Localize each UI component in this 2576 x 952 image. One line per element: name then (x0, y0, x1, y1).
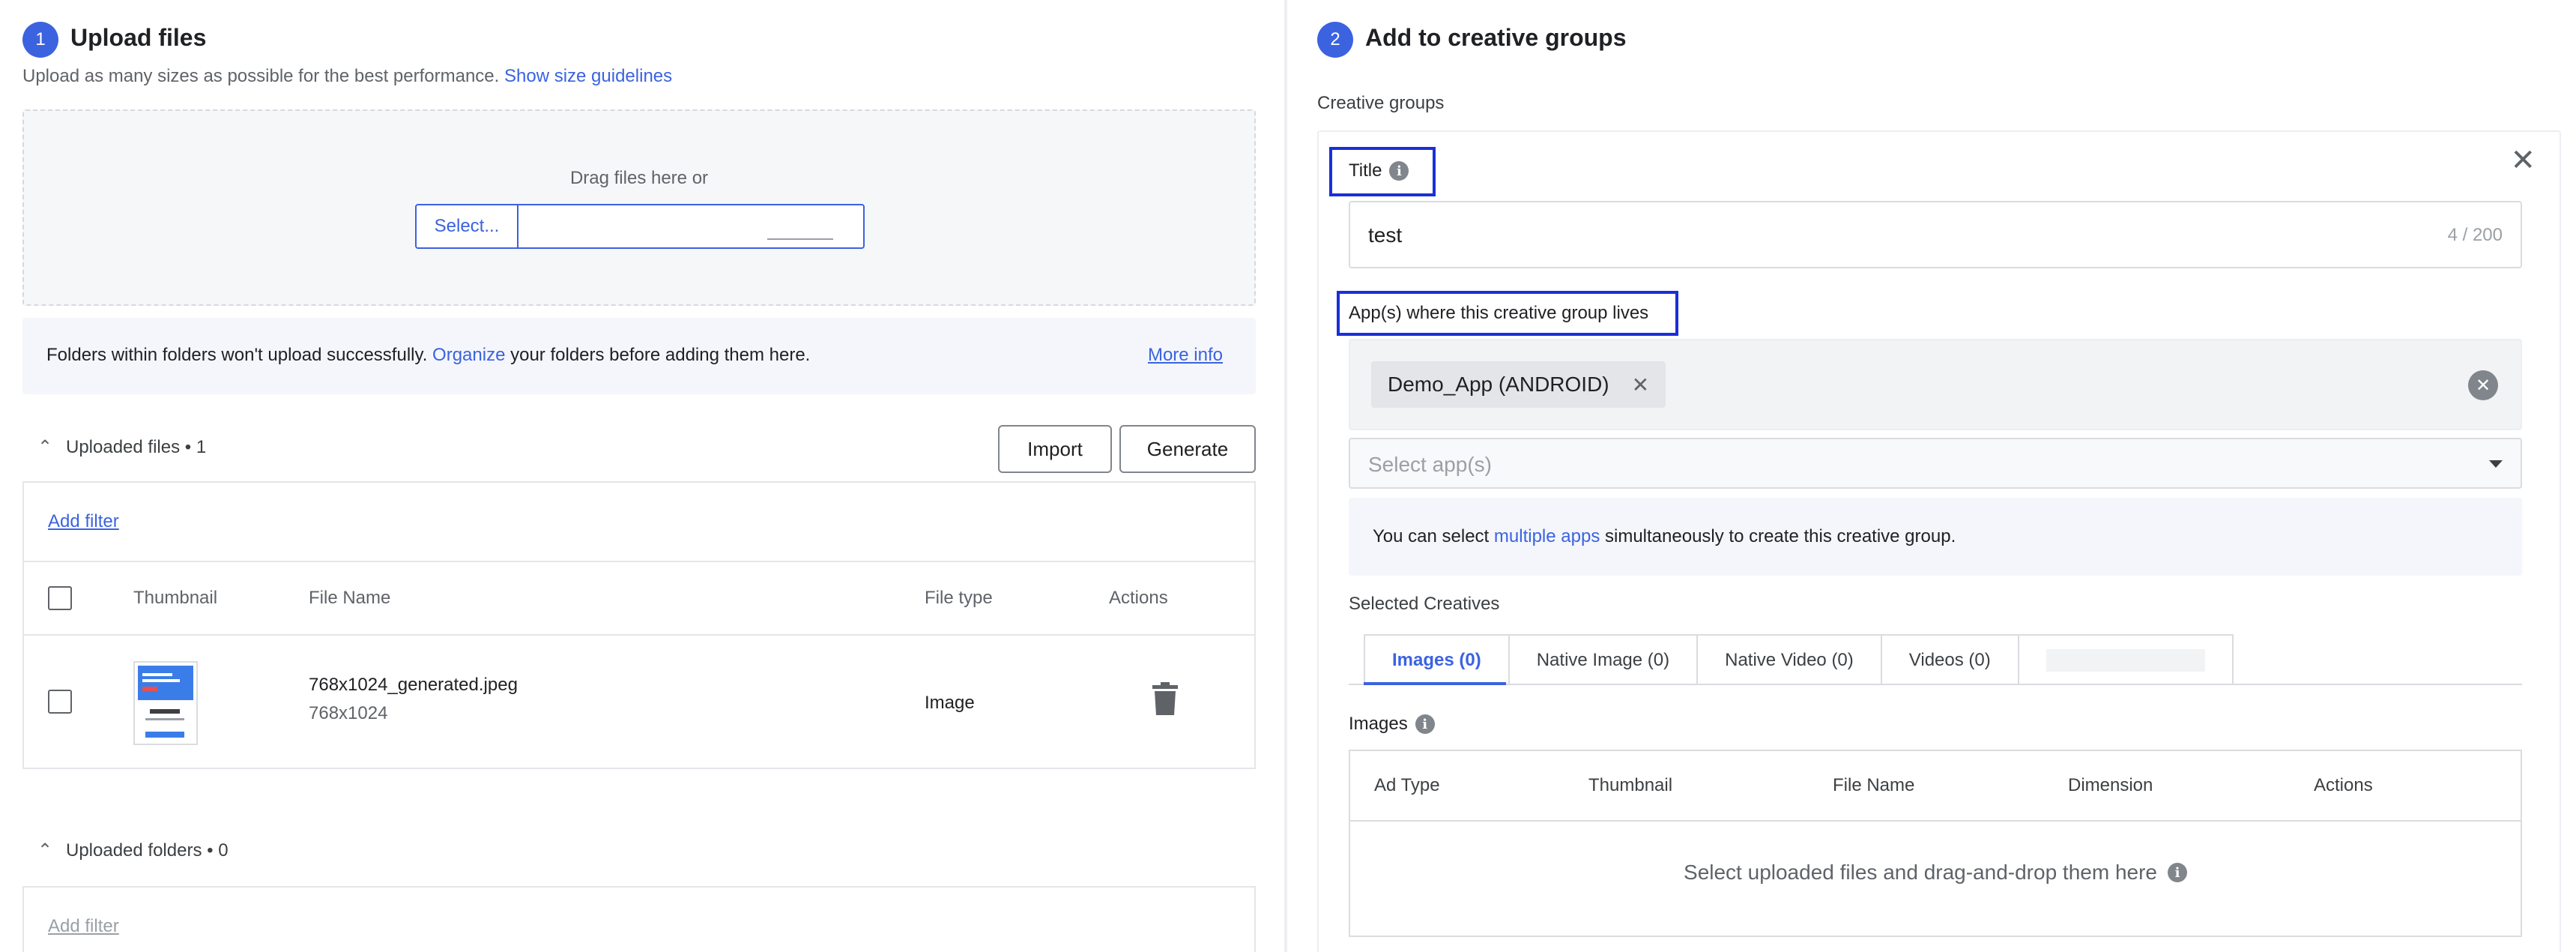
title-input[interactable]: test 4 / 200 (1349, 201, 2522, 268)
images-label: Images i (1349, 714, 1435, 735)
show-size-guidelines-link[interactable]: Show size guidelines (504, 66, 672, 86)
hint-before: You can select (1373, 526, 1490, 546)
app-chip: Demo_App (ANDROID) ✕ (1371, 361, 1666, 408)
creative-groups-label: Creative groups (1317, 93, 1445, 113)
tab-videos[interactable]: Videos (0) (1880, 634, 2019, 685)
table-row[interactable]: 768x1024_generated.jpeg 768x1024 Image (24, 636, 1254, 769)
selected-apps-field[interactable]: Demo_App (ANDROID) ✕ ✕ (1349, 339, 2522, 430)
folders-add-filter-link[interactable]: Add filter (48, 916, 119, 937)
generate-button[interactable]: Generate (1119, 425, 1256, 473)
tab-blank[interactable] (2017, 634, 2234, 685)
creative-groups-panel: 2 Add to creative groups Creative groups… (1287, 0, 2576, 952)
tab-native-image[interactable]: Native Image (0) (1508, 634, 1699, 685)
organize-link[interactable]: Organize (432, 345, 505, 365)
uploaded-folders-header[interactable]: ⌃ Uploaded folders • 0 (36, 840, 229, 861)
col-actions: Actions (2314, 775, 2373, 795)
select-all-checkbox[interactable] (48, 586, 72, 610)
folders-info-bar: Folders within folders won't upload succ… (22, 318, 1256, 394)
active-tab-indicator (1364, 682, 1506, 685)
info-icon[interactable]: i (1389, 161, 1409, 181)
tab-native-video[interactable]: Native Video (0) (1696, 634, 1882, 685)
file-name: 768x1024_generated.jpeg (309, 675, 518, 695)
step-2-badge: 2 (1317, 22, 1353, 58)
step-1-badge: 1 (22, 22, 58, 58)
info-text-after: your folders before adding them here. (510, 345, 811, 365)
uploaded-files-heading: Uploaded files • 1 (66, 436, 207, 457)
images-table: Ad Type Thumbnail File Name Dimension Ac… (1349, 750, 2522, 937)
images-drop-target[interactable]: Select uploaded files and drag-and-drop … (1350, 861, 2521, 885)
info-icon[interactable]: i (2167, 863, 2187, 882)
title-label: Title i (1349, 160, 1409, 181)
file-dimensions: 768x1024 (309, 703, 388, 723)
tabs-underline (1349, 684, 2522, 685)
col-thumbnail: Thumbnail (133, 588, 218, 608)
title-input-value: test (1368, 223, 1403, 247)
col-thumbnail: Thumbnail (1588, 775, 1673, 795)
selected-creatives-label: Selected Creatives (1349, 594, 1500, 614)
upload-files-title: Upload files (70, 24, 207, 51)
uploaded-folders-table: Add filter (22, 886, 1256, 952)
empty-message: Select uploaded files and drag-and-drop … (1684, 861, 2157, 884)
tab-blank-placeholder (2046, 649, 2205, 672)
filter-row: Add filter (24, 483, 1254, 562)
row-checkbox[interactable] (48, 690, 72, 714)
add-creative-groups-title: Add to creative groups (1365, 24, 1627, 51)
file-thumbnail (133, 661, 198, 745)
upload-subtitle: Upload as many sizes as possible for the… (22, 66, 672, 87)
caret-down-icon[interactable] (2489, 460, 2503, 468)
file-dropzone[interactable]: Drag files here or Select... (22, 109, 1256, 306)
upload-subtitle-text: Upload as many sizes as possible for the… (22, 66, 500, 86)
info-text-before: Folders within folders won't upload succ… (46, 345, 428, 365)
apps-label: App(s) where this creative group lives (1349, 303, 1649, 323)
tab-images[interactable]: Images (0) (1364, 634, 1510, 685)
images-table-header: Ad Type Thumbnail File Name Dimension Ac… (1350, 751, 2521, 822)
import-button[interactable]: Import (998, 425, 1112, 473)
file-type: Image (925, 693, 975, 713)
close-icon[interactable]: ✕ (2510, 145, 2536, 175)
info-icon[interactable]: i (1415, 714, 1435, 734)
select-apps-placeholder: Select app(s) (1368, 453, 1492, 476)
col-actions: Actions (1109, 588, 1168, 608)
app-chip-label: Demo_App (ANDROID) (1388, 373, 1609, 396)
chevron-up-icon[interactable]: ⌃ (36, 436, 54, 458)
col-file-type: File type (925, 588, 993, 608)
images-label-text: Images (1349, 714, 1408, 734)
uploaded-files-header[interactable]: ⌃ Uploaded files • 1 (36, 436, 206, 458)
selected-file-field[interactable] (518, 205, 863, 247)
hint-text: You can select multiple apps simultaneou… (1373, 526, 1956, 547)
select-apps-dropdown[interactable]: Select app(s) (1349, 438, 2522, 489)
files-table-header: Thumbnail File Name File type Actions (24, 562, 1254, 636)
remove-chip-icon[interactable]: ✕ (1632, 373, 1649, 397)
creative-tabs: Images (0) Native Image (0) Native Video… (1364, 634, 2234, 685)
file-field-underline (767, 238, 833, 240)
creative-group-card: ✕ Title i test 4 / 200 App(s) where this… (1317, 130, 2561, 952)
hint-after: simultaneously to create this creative g… (1605, 526, 1956, 546)
col-file-name: File Name (1833, 775, 1915, 795)
select-files-button[interactable]: Select... (417, 205, 518, 247)
add-filter-link[interactable]: Add filter (48, 511, 119, 532)
col-dimension: Dimension (2068, 775, 2153, 795)
folders-info-text: Folders within folders won't upload succ… (46, 345, 810, 366)
chevron-up-icon[interactable]: ⌃ (36, 840, 54, 861)
multiple-apps-link[interactable]: multiple apps (1494, 526, 1600, 546)
multiple-apps-hint: You can select multiple apps simultaneou… (1349, 498, 2522, 576)
file-select-group: Select... (415, 204, 865, 249)
col-file-name: File Name (309, 588, 391, 608)
title-char-count: 4 / 200 (2447, 225, 2503, 245)
drag-files-text: Drag files here or (569, 168, 709, 188)
uploaded-folders-heading: Uploaded folders • 0 (66, 840, 229, 861)
clear-all-icon[interactable]: ✕ (2468, 370, 2498, 400)
uploaded-files-table: Add filter Thumbnail File Name File type… (22, 481, 1256, 769)
col-ad-type: Ad Type (1374, 775, 1440, 795)
upload-panel: 1 Upload files Upload as many sizes as p… (0, 0, 1284, 952)
trash-icon[interactable] (1152, 682, 1178, 715)
more-info-link[interactable]: More info (1148, 345, 1223, 366)
title-label-text: Title (1349, 160, 1382, 181)
